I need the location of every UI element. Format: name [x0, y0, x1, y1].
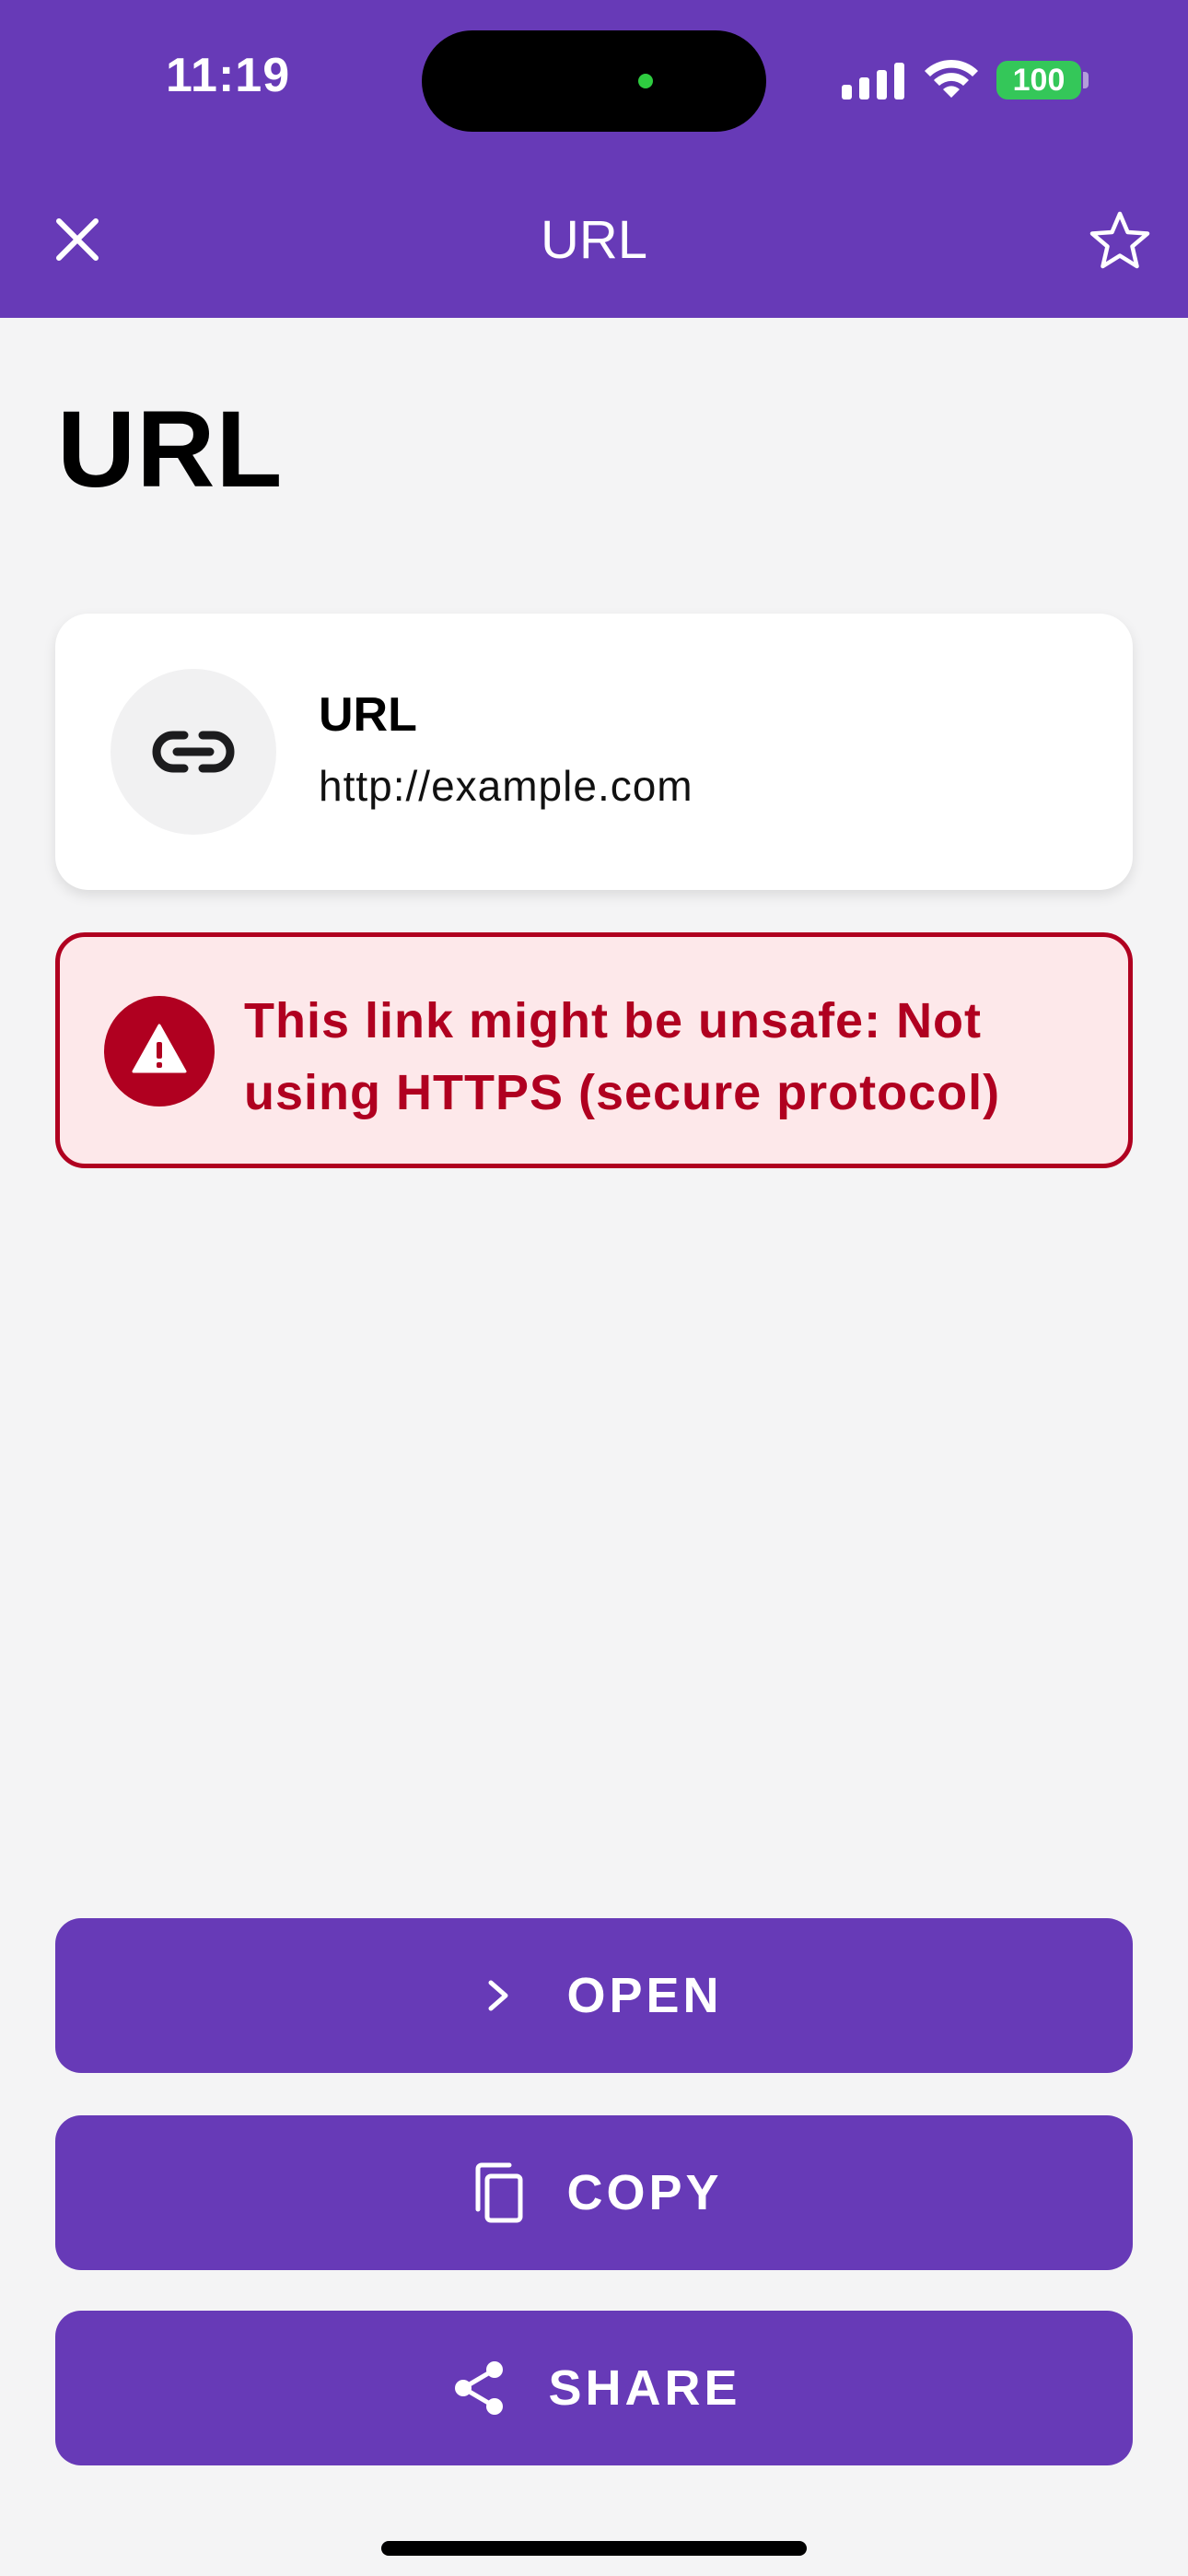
dynamic-island — [422, 30, 766, 132]
warning-icon — [132, 1024, 187, 1073]
link-icon — [152, 731, 235, 773]
open-button-label: OPEN — [566, 1968, 723, 2023]
copy-button-label: COPY — [566, 2165, 723, 2220]
share-icon — [447, 2355, 513, 2421]
open-button[interactable]: OPEN — [55, 1918, 1133, 2073]
card-label: URL — [319, 688, 417, 742]
cellular-signal-icon — [842, 63, 904, 100]
warning-message: This link might be unsafe: Not using HTT… — [244, 993, 1001, 1120]
warning-icon-background — [104, 996, 215, 1107]
url-value[interactable]: http://example.com — [319, 761, 693, 811]
page-title: URL — [57, 389, 284, 510]
share-button-label: SHARE — [548, 2360, 741, 2416]
home-indicator[interactable] — [381, 2541, 807, 2556]
unsafe-link-warning: This link might be unsafe: Not using HTT… — [55, 932, 1133, 1168]
result-card: URL http://example.com — [55, 614, 1133, 890]
card-icon-background — [111, 669, 276, 835]
copy-icon — [465, 2160, 531, 2226]
battery-nub — [1083, 72, 1089, 88]
app-bar: 11:19 100 URL — [0, 0, 1188, 318]
chevron-right-icon — [465, 1962, 531, 2029]
copy-button[interactable]: COPY — [55, 2115, 1133, 2270]
status-time: 11:19 — [166, 49, 291, 102]
nav-title: URL — [540, 210, 648, 270]
battery-indicator: 100 — [996, 61, 1081, 100]
camera-indicator-dot — [638, 74, 653, 88]
share-button[interactable]: SHARE — [55, 2311, 1133, 2465]
star-outline-icon[interactable] — [1087, 208, 1153, 275]
wifi-icon — [925, 59, 978, 98]
